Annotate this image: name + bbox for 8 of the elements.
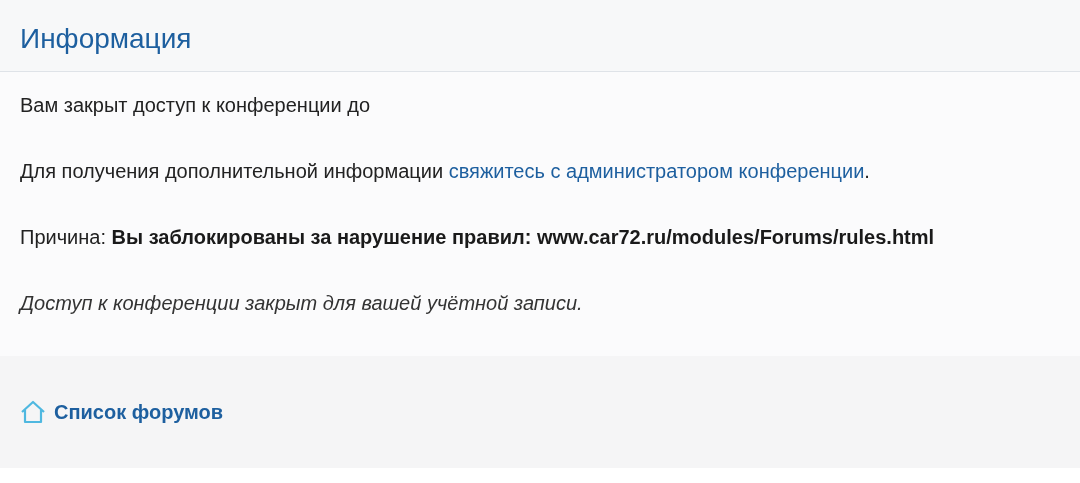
home-icon [20, 400, 46, 424]
contact-message: Для получения дополнительной информации свяжитесь с администратором конференции. [20, 159, 871, 184]
forum-list-link[interactable]: Список форумов [20, 397, 224, 427]
page-title: Информация [20, 25, 192, 53]
access-message: Вам закрыт доступ к конференции до [20, 93, 372, 118]
access-note: Доступ к конференции закрыт для вашей учётной записи. [20, 291, 584, 316]
contact-admin-link[interactable]: свяжитесь с администратором конференции [448, 160, 865, 182]
ban-reason: Причина: Вы заблокированы за нарушение правил: www.car72.ru/modules/Forums/rules.html [20, 225, 936, 250]
